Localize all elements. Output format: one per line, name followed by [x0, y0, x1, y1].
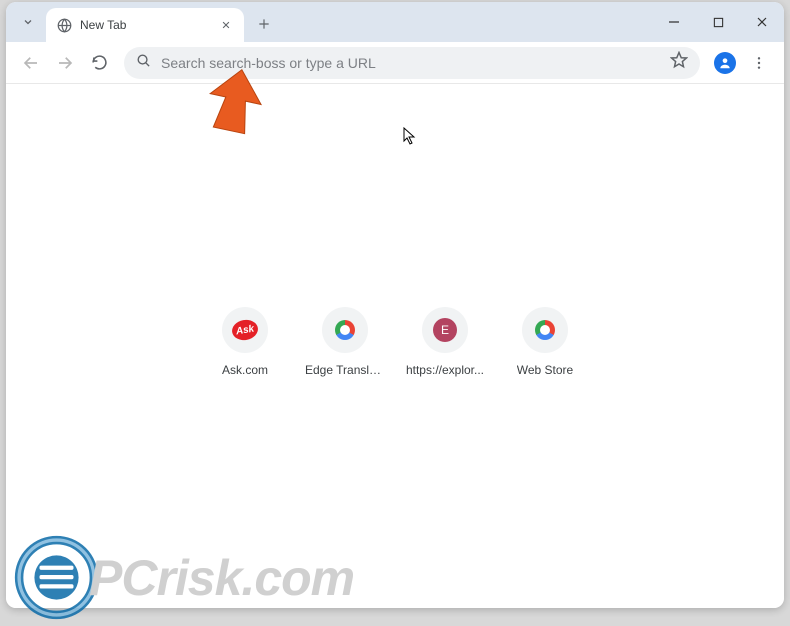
maximize-button[interactable] — [696, 5, 740, 39]
shortcut-icon-wrapper — [522, 307, 568, 353]
shortcut-web-store[interactable]: Web Store — [505, 307, 585, 377]
dots-vertical-icon — [751, 55, 767, 71]
chevron-down-icon — [22, 16, 34, 28]
shortcut-label: Ask.com — [222, 363, 268, 377]
active-tab[interactable]: New Tab — [46, 8, 244, 42]
minimize-icon — [668, 16, 680, 28]
profile-button[interactable] — [710, 48, 740, 78]
tab-title: New Tab — [80, 18, 218, 32]
arrow-left-icon — [22, 54, 40, 72]
close-window-button[interactable] — [740, 5, 784, 39]
shortcut-label: Web Store — [517, 363, 573, 377]
globe-icon — [56, 17, 72, 33]
search-icon — [136, 53, 151, 73]
star-icon — [670, 51, 688, 69]
close-icon — [221, 20, 231, 30]
new-tab-button[interactable] — [250, 10, 278, 38]
address-input[interactable] — [161, 55, 660, 71]
shortcut-edge-translate[interactable]: Edge Translate — [305, 307, 385, 377]
shortcuts-grid: Ask Ask.com Edge Translate E https://exp… — [205, 307, 585, 377]
browser-window: New Tab — [6, 2, 784, 608]
watermark-badge-icon — [14, 535, 99, 620]
shortcut-ask[interactable]: Ask Ask.com — [205, 307, 285, 377]
plus-icon — [257, 17, 271, 31]
chrome-icon — [335, 320, 355, 340]
tab-close-button[interactable] — [218, 17, 234, 33]
bookmark-button[interactable] — [670, 51, 688, 74]
window-controls — [652, 2, 784, 42]
back-button[interactable] — [16, 48, 46, 78]
shortcut-label: https://explor... — [406, 363, 484, 377]
shortcut-icon-wrapper — [322, 307, 368, 353]
shortcut-label: Edge Translate — [305, 363, 385, 377]
close-icon — [756, 16, 768, 28]
chrome-icon — [535, 320, 555, 340]
toolbar — [6, 42, 784, 84]
tab-search-dropdown[interactable] — [14, 8, 42, 36]
shortcut-icon-wrapper: Ask — [222, 307, 268, 353]
arrow-right-icon — [56, 54, 74, 72]
new-tab-page: Ask Ask.com Edge Translate E https://exp… — [6, 84, 784, 608]
reload-button[interactable] — [84, 48, 114, 78]
tab-strip: New Tab — [6, 2, 784, 42]
shortcut-icon-wrapper: E — [422, 307, 468, 353]
letter-icon: E — [433, 318, 457, 342]
ask-icon: Ask — [230, 318, 259, 342]
maximize-icon — [713, 17, 724, 28]
watermark: PCrisk.com — [14, 535, 354, 620]
address-bar[interactable] — [124, 47, 700, 79]
watermark-text: PCrisk.com — [89, 549, 354, 607]
shortcut-explor[interactable]: E https://explor... — [405, 307, 485, 377]
reload-icon — [91, 54, 108, 71]
minimize-button[interactable] — [652, 5, 696, 39]
menu-button[interactable] — [744, 48, 774, 78]
avatar-icon — [714, 52, 736, 74]
forward-button[interactable] — [50, 48, 80, 78]
